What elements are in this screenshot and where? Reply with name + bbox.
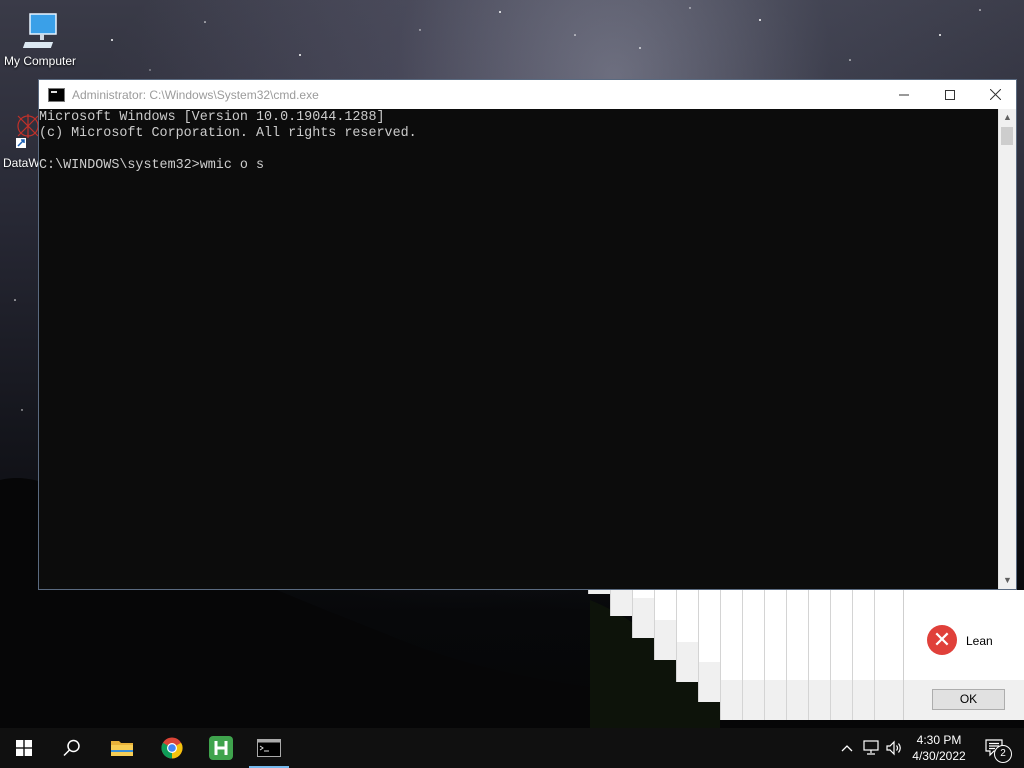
notifications-button[interactable]: 2 — [980, 728, 1012, 768]
close-button[interactable] — [972, 80, 1018, 109]
desktop-icon-label: My Computer — [3, 54, 77, 68]
scroll-up-arrow[interactable]: ▲ — [999, 109, 1016, 126]
search-button[interactable] — [48, 728, 96, 768]
cmd-window: Administrator: C:\Windows\System32\cmd.e… — [38, 79, 1017, 590]
window-title: Administrator: C:\Windows\System32\cmd.e… — [72, 87, 319, 102]
dialog-slice — [654, 590, 684, 660]
close-icon — [989, 89, 1001, 100]
start-button[interactable] — [0, 728, 48, 768]
maximize-icon — [945, 89, 955, 100]
error-x-icon: ✕ — [927, 625, 957, 655]
h-app-icon — [209, 736, 233, 760]
dialog-slice — [632, 590, 662, 638]
error-dialog: ✕ Lean OK — [903, 590, 1024, 720]
vertical-scrollbar[interactable]: ▲ ▼ — [998, 109, 1016, 589]
taskbar-clock[interactable]: 4:30 PM 4/30/2022 — [900, 732, 978, 764]
ok-button[interactable]: OK — [932, 689, 1005, 710]
dialog-slice — [764, 590, 786, 720]
network-icon — [863, 740, 879, 755]
windows-logo-icon — [16, 740, 32, 756]
dialog-slice — [808, 590, 830, 720]
error-message: Lean — [966, 634, 993, 648]
clock-time: 4:30 PM — [916, 733, 962, 747]
desktop-icon-my-computer[interactable]: My Computer — [0, 8, 80, 68]
dialog-slice — [786, 590, 808, 720]
show-hidden-icons-button[interactable] — [838, 728, 856, 768]
notification-count-badge: 2 — [994, 745, 1012, 763]
console-output[interactable]: Microsoft Windows [Version 10.0.19044.12… — [39, 109, 1000, 589]
folder-icon — [111, 741, 133, 756]
chrome-button[interactable] — [148, 728, 196, 768]
console-prompt-line: C:\WINDOWS\system32>wmic o s — [39, 158, 264, 173]
chevron-up-icon — [841, 745, 853, 752]
desktop-icon-label: DataW — [3, 156, 40, 170]
cmd-taskbar-button[interactable] — [245, 728, 293, 768]
dialog-slice — [610, 576, 640, 616]
minimize-icon — [899, 94, 909, 95]
file-explorer-button[interactable] — [98, 728, 146, 768]
h-app-button[interactable] — [197, 728, 245, 768]
taskbar: 4:30 PM 4/30/2022 2 — [0, 728, 1024, 768]
dialog-slice — [698, 590, 728, 702]
search-icon — [63, 739, 80, 757]
dialog-slice — [852, 590, 874, 720]
chrome-icon — [161, 737, 183, 759]
console-line: Microsoft Windows [Version 10.0.19044.12… — [39, 110, 385, 125]
scroll-thumb[interactable] — [1001, 127, 1013, 145]
minimize-button[interactable] — [881, 80, 927, 109]
dialog-slice — [720, 590, 742, 720]
dialog-slice — [588, 554, 618, 594]
dialog-slice — [676, 590, 706, 682]
scroll-down-arrow[interactable]: ▼ — [999, 572, 1016, 589]
network-button[interactable] — [860, 728, 882, 768]
clock-date: 4/30/2022 — [912, 749, 966, 763]
dialog-slice — [874, 590, 904, 720]
terminal-icon — [257, 739, 281, 757]
monitor-icon — [22, 13, 57, 48]
dialog-slice — [742, 590, 764, 720]
console-line: (c) Microsoft Corporation. All rights re… — [39, 126, 417, 141]
maximize-button[interactable] — [927, 80, 973, 109]
cmd-app-icon — [48, 87, 65, 102]
desktop-icon-dataw[interactable]: DataW — [0, 108, 40, 170]
title-bar[interactable]: Administrator: C:\Windows\System32\cmd.e… — [39, 80, 1016, 109]
dialog-slice — [830, 590, 852, 720]
